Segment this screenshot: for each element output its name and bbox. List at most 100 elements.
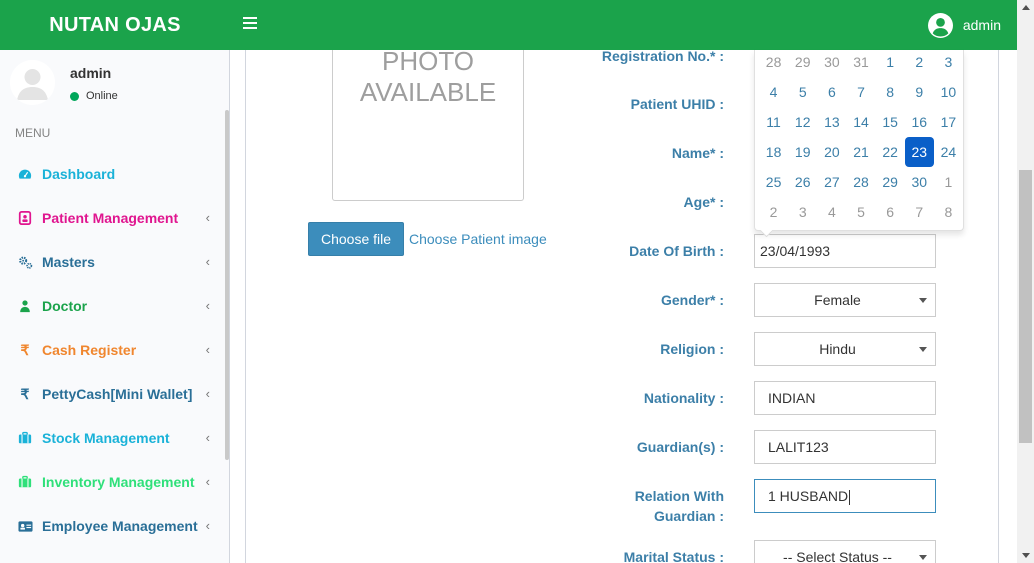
calendar-day[interactable]: 5 — [846, 197, 875, 227]
calendar-day[interactable]: 26 — [788, 167, 817, 197]
app-logo[interactable]: NUTAN OJAS — [0, 0, 230, 50]
religion-label: Religion : — [660, 341, 724, 357]
calendar-day[interactable]: 12 — [788, 107, 817, 137]
calendar-day[interactable]: 30 — [817, 47, 846, 77]
relation-label-line2: Guardian : — [653, 508, 724, 524]
calendar-day[interactable]: 1 — [934, 167, 963, 197]
calendar-day[interactable]: 3 — [934, 47, 963, 77]
sidebar-item-label: Cash Register — [42, 342, 137, 358]
sidebar-item-patient-management[interactable]: Patient Management ‹ — [0, 196, 229, 240]
calendar-day[interactable]: 19 — [788, 137, 817, 167]
calendar-day[interactable]: 2 — [905, 47, 934, 77]
rupee-icon: ₹ — [20, 385, 30, 402]
scrollbar-thumb[interactable] — [1019, 170, 1032, 443]
calendar-day[interactable]: 10 — [934, 77, 963, 107]
avatar — [10, 60, 55, 105]
calendar-week-row: 11 12 13 14 15 16 17 — [759, 107, 963, 137]
sidebar-item-inventory-management[interactable]: Inventory Management ‹ — [0, 460, 229, 504]
dob-input[interactable]: 23/04/1993 — [754, 234, 936, 268]
user-menu[interactable]: admin — [927, 12, 1001, 38]
calendar-day[interactable]: 28 — [759, 47, 788, 77]
sidebar-item-employee-management[interactable]: Employee Management ‹ — [0, 504, 229, 548]
calendar-day[interactable]: 29 — [876, 167, 905, 197]
calendar-day[interactable]: 7 — [905, 197, 934, 227]
dashboard-icon — [17, 166, 33, 182]
online-dot-icon — [70, 91, 79, 101]
gender-label: Gender* : — [660, 292, 724, 308]
calendar-day[interactable]: 30 — [905, 167, 934, 197]
sidebar-item-cash-register[interactable]: ₹ Cash Register ‹ — [0, 328, 229, 372]
uhid-label: Patient UHID : — [630, 96, 724, 112]
chevron-left-icon: ‹ — [205, 254, 210, 269]
calendar-day[interactable]: 21 — [846, 137, 875, 167]
hamburger-icon[interactable] — [243, 17, 257, 33]
scroll-down-arrow-icon[interactable] — [1022, 553, 1030, 558]
chevron-left-icon: ‹ — [205, 210, 210, 225]
calendar-day[interactable]: 25 — [759, 167, 788, 197]
calendar-day[interactable]: 16 — [905, 107, 934, 137]
relation-input[interactable]: 1 HUSBAND — [754, 479, 936, 513]
calendar-day[interactable]: 15 — [876, 107, 905, 137]
calendar-day[interactable]: 17 — [934, 107, 963, 137]
calendar-day[interactable]: 4 — [759, 77, 788, 107]
page-scrollbar[interactable] — [1017, 0, 1034, 563]
calendar-day[interactable]: 14 — [846, 107, 875, 137]
sidebar-item-label: Masters — [42, 254, 95, 270]
calendar-day[interactable]: 6 — [876, 197, 905, 227]
nationality-label: Nationality : — [643, 390, 724, 406]
scroll-up-arrow-icon[interactable] — [1022, 5, 1030, 10]
calendar-day[interactable]: 5 — [788, 77, 817, 107]
chevron-down-icon — [919, 347, 927, 352]
calendar-day[interactable]: 24 — [934, 137, 963, 167]
sidebar-item-label: PettyCash[Mini Wallet] — [42, 386, 193, 402]
religion-value: Hindu — [819, 341, 856, 357]
calendar-day[interactable]: 13 — [817, 107, 846, 137]
chevron-left-icon: ‹ — [205, 298, 210, 313]
sidebar-item-dashboard[interactable]: Dashboard — [0, 152, 229, 196]
calendar-day[interactable]: 31 — [846, 47, 875, 77]
text-cursor — [849, 489, 851, 505]
calendar-day[interactable]: 11 — [759, 107, 788, 137]
calendar-day[interactable]: 3 — [788, 197, 817, 227]
calendar-day[interactable]: 29 — [788, 47, 817, 77]
nationality-input[interactable]: INDIAN — [754, 381, 936, 415]
calendar-day[interactable]: 20 — [817, 137, 846, 167]
datepicker-pointer — [760, 230, 772, 237]
calendar-day[interactable]: 27 — [817, 167, 846, 197]
chevron-left-icon: ‹ — [205, 474, 210, 489]
sidebar-item-label: Patient Management — [42, 210, 179, 226]
marital-status-select[interactable]: -- Select Status -- — [754, 540, 936, 563]
age-label: Age* : — [683, 194, 724, 210]
calendar-day[interactable]: 28 — [846, 167, 875, 197]
sidebar-item-pettycash-mini-wallet[interactable]: ₹ PettyCash[Mini Wallet] ‹ — [0, 372, 229, 416]
calendar-day[interactable]: 6 — [817, 77, 846, 107]
sidebar-item-masters[interactable]: Masters ‹ — [0, 240, 229, 284]
calendar-week-row: 18 19 20 21 22 23 24 — [759, 137, 963, 167]
calendar-day[interactable]: 18 — [759, 137, 788, 167]
sidebar-item-label: Inventory Management — [42, 474, 195, 490]
calendar-day[interactable]: 1 — [876, 47, 905, 77]
top-navbar: NUTAN OJAS admin — [0, 0, 1017, 50]
date-picker-popup: 28 29 30 31 1 2 3 4 5 6 7 8 9 10 11 12 13 14 15 16 17 18 19 20 2… — [754, 50, 964, 231]
calendar-day-selected[interactable]: 23 — [904, 137, 934, 167]
calendar-day[interactable]: 8 — [934, 197, 963, 227]
religion-select[interactable]: Hindu — [754, 332, 936, 366]
sidebar-item-doctor[interactable]: Doctor ‹ — [0, 284, 229, 328]
calendar-day[interactable]: 4 — [817, 197, 846, 227]
marital-status-value: -- Select Status -- — [783, 549, 892, 563]
calendar-day[interactable]: 2 — [759, 197, 788, 227]
gender-select[interactable]: Female — [754, 283, 936, 317]
calendar-day[interactable]: 22 — [876, 137, 905, 167]
calendar-day[interactable]: 7 — [846, 77, 875, 107]
name-label: Name* : — [671, 145, 724, 161]
calendar-day[interactable]: 8 — [876, 77, 905, 107]
briefcase-icon — [17, 430, 33, 446]
chevron-left-icon: ‹ — [205, 386, 210, 401]
calendar-week-row: 28 29 30 31 1 2 3 — [759, 47, 963, 77]
chevron-left-icon: ‹ — [205, 430, 210, 445]
sidebar-item-stock-management[interactable]: Stock Management ‹ — [0, 416, 229, 460]
sidebar-scrollbar[interactable] — [225, 110, 229, 460]
guardian-input[interactable]: LALIT123 — [754, 430, 936, 464]
calendar-day[interactable]: 9 — [905, 77, 934, 107]
choose-file-button[interactable]: Choose file — [308, 222, 404, 256]
